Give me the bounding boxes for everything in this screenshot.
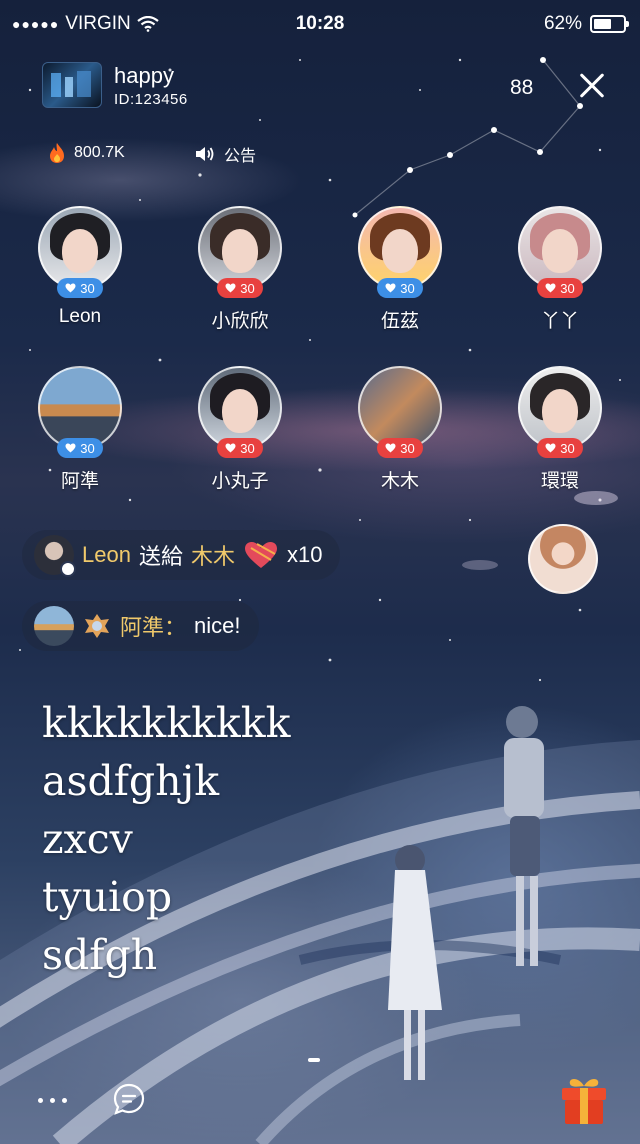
seat-like-badge: 30 — [537, 278, 583, 298]
speaker-icon — [196, 147, 214, 161]
avatar-face — [542, 228, 578, 273]
gift-button[interactable] — [556, 1072, 612, 1128]
seat-name: 小丸子 — [211, 471, 269, 492]
heart-icon — [65, 283, 76, 293]
avatar-face — [62, 228, 98, 273]
battery-icon — [590, 15, 629, 33]
seat-like-count: 30 — [560, 280, 575, 296]
heart-icon — [385, 443, 396, 453]
seat-name: 伍茲 — [380, 311, 419, 332]
heart-icon — [545, 443, 556, 453]
heat-value: 800.7K — [74, 144, 125, 161]
mic-seat[interactable]: 30 丫丫 — [500, 206, 620, 333]
seat-name: 小欣欣 — [211, 311, 269, 332]
seat-name: Leon — [58, 306, 102, 327]
seat-name: 丫丫 — [540, 311, 579, 332]
text-sender-chat-avatar[interactable] — [34, 606, 74, 646]
seat-like-badge: 30 — [217, 438, 263, 458]
mic-seat[interactable]: 30 環環 — [500, 366, 620, 493]
avatar-face — [222, 228, 258, 273]
mic-seat[interactable]: 30 Leon — [20, 206, 140, 328]
avatar-face — [222, 388, 258, 433]
avatar-face — [382, 228, 418, 273]
mic-seat[interactable]: 30 阿準 — [20, 366, 140, 493]
viewer-count[interactable]: 88 — [510, 76, 533, 100]
gift-sender-name[interactable]: Leon — [82, 542, 131, 568]
overlay-text-line: zxcv — [42, 815, 133, 863]
more-icon — [38, 1098, 43, 1103]
user-level-icon — [60, 561, 76, 577]
more-icon-dot — [50, 1098, 55, 1103]
heart-icon — [545, 283, 556, 293]
heart-gift-icon — [244, 542, 277, 568]
host-logo-image — [51, 71, 91, 97]
seat-like-badge: 30 — [377, 438, 423, 458]
overlay-text-block: kkkkkkkkkk asdfghjk zxcv tyuiop sdfgh — [42, 694, 290, 984]
overlay-text-line: kkkkkkkkkk — [42, 699, 291, 747]
seat-like-count: 30 — [80, 440, 95, 456]
gift-verb: 送給 — [138, 544, 183, 569]
more-button[interactable] — [22, 1078, 82, 1122]
gift-animation-avatar[interactable] — [528, 524, 598, 594]
seat-like-count: 30 — [240, 280, 255, 296]
avatar-face — [542, 388, 578, 433]
overlay-text-line: asdfghjk — [42, 757, 220, 805]
gift-recipient-name[interactable]: 木木 — [191, 539, 235, 571]
mic-seat[interactable]: 30 木木 — [340, 366, 460, 493]
chat-bubble-icon — [113, 1083, 145, 1115]
host-id: ID:123456 — [114, 91, 188, 108]
gift-quantity: x10 — [286, 542, 323, 567]
seat-like-count: 30 — [400, 280, 415, 296]
battery-status: 62% — [543, 13, 629, 35]
seat-like-count: 30 — [240, 440, 255, 456]
mic-seat[interactable]: 30 小丸子 — [180, 366, 300, 493]
text-message-body: nice! — [194, 613, 241, 638]
battery-level — [594, 19, 612, 29]
chat-input-button[interactable] — [112, 1082, 146, 1116]
gift-chat-message: Leon 送給 木木 x10 — [22, 530, 341, 580]
heart-icon — [225, 443, 236, 453]
seat-like-count: 30 — [560, 440, 575, 456]
vip-emblem-icon — [85, 614, 109, 638]
battery-percent: 62% — [543, 13, 582, 34]
notice-button[interactable]: 公告 — [194, 142, 256, 166]
seat-like-count: 30 — [80, 280, 95, 296]
mic-seat[interactable]: 30 伍茲 — [340, 206, 460, 333]
text-sender-name[interactable]: 阿準： — [120, 610, 186, 642]
gift-box-icon — [562, 1079, 606, 1124]
seat-name: 阿準 — [60, 471, 99, 492]
host-avatar[interactable] — [42, 62, 102, 108]
host-name: happy — [114, 63, 174, 88]
page-indicator — [308, 1058, 320, 1062]
heart-icon — [65, 443, 76, 453]
overlay-text-line: tyuiop — [42, 873, 173, 921]
seat-name: 木木 — [380, 471, 419, 492]
more-icon-dot — [62, 1098, 67, 1103]
seat-like-count: 30 — [400, 440, 415, 456]
room-heat: 800.7K — [48, 142, 125, 164]
mic-seat[interactable]: 30 小欣欣 — [180, 206, 300, 333]
seat-like-badge: 30 — [537, 438, 583, 458]
seat-like-badge: 30 — [377, 278, 423, 298]
close-button[interactable] — [572, 66, 612, 106]
overlay-text-line: sdfgh — [42, 931, 158, 979]
text-chat-message: 阿準： nice! — [22, 601, 259, 651]
status-bar: ●●●●● VIRGIN 10:28 62% — [0, 0, 640, 48]
gift-sender-chat-avatar[interactable] — [34, 535, 76, 577]
seat-like-badge: 30 — [57, 438, 103, 458]
notice-label: 公告 — [224, 148, 257, 165]
flame-icon — [50, 143, 64, 163]
seat-like-badge: 30 — [57, 278, 103, 298]
seat-name: 環環 — [540, 471, 579, 492]
heart-icon — [225, 283, 236, 293]
heart-icon — [385, 283, 396, 293]
seat-like-badge: 30 — [217, 278, 263, 298]
